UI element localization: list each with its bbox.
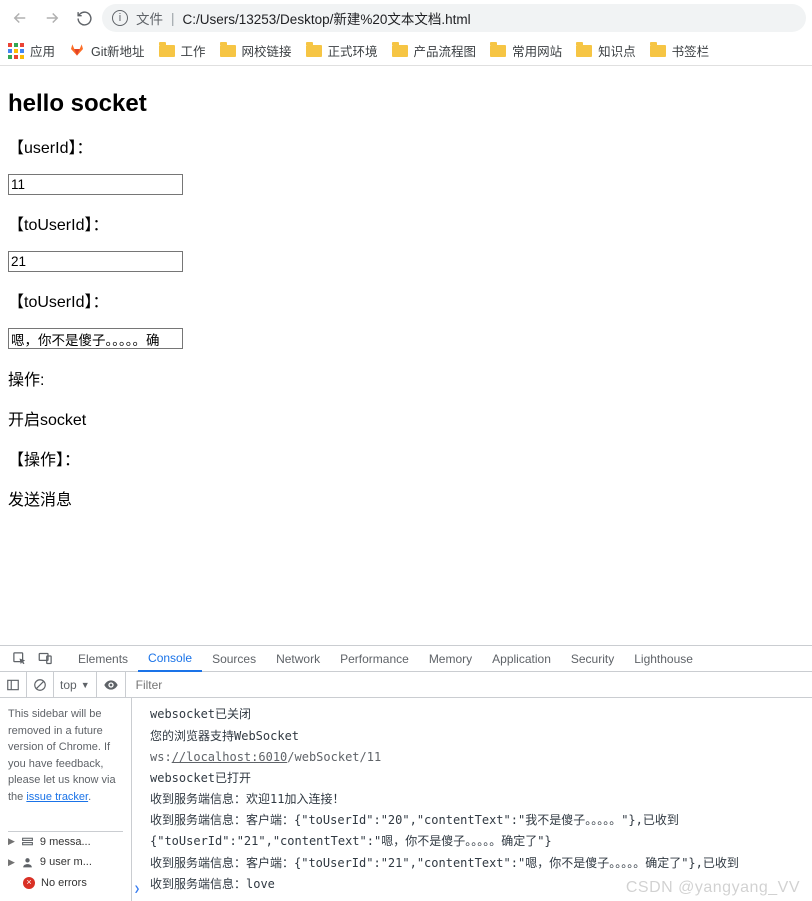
send-message-link[interactable]: 发送消息 [8,492,72,509]
forward-button[interactable] [38,4,66,32]
label-touserid: 【toUserId】： [8,211,804,235]
bookmark-label: Git新地址 [91,41,144,60]
devtools-tab-application[interactable]: Application [482,646,561,672]
error-icon: × [23,877,35,889]
inspect-icon[interactable] [6,651,32,666]
bookmark-item[interactable]: 书签栏 [650,41,710,60]
devtools: ElementsConsoleSourcesNetworkPerformance… [0,645,812,901]
label-content: 【toUserId】： [8,288,804,312]
bookmark-label: 工作 [181,41,206,60]
bookmark-item[interactable]: 产品流程图 [392,41,477,60]
devtools-tab-console[interactable]: Console [138,646,202,672]
folder-icon [392,45,408,57]
folder-icon [220,45,236,57]
url-path: C:/Users/13253/Desktop/新建%20文本文档.html [183,8,471,28]
apps-icon [8,43,24,59]
bookmark-item[interactable]: 正式环境 [306,41,378,60]
bookmarks-bar: 应用 Git新地址 工作 网校链接 正式环境 产品流程图 常用网站 知识点 书签栏 [0,36,812,66]
folder-icon [306,45,322,57]
apps-label: 应用 [30,41,55,60]
devtools-tab-security[interactable]: Security [561,646,624,672]
userid-input[interactable] [8,174,183,195]
user-icon [21,856,34,869]
content-input[interactable] [8,328,183,349]
status-messages[interactable]: ▶ 9 messa... [8,832,123,853]
devtools-tab-performance[interactable]: Performance [330,646,419,672]
label-operation: 操作: [8,366,804,390]
bookmark-item[interactable]: 知识点 [576,41,636,60]
bookmark-item[interactable]: 工作 [159,41,206,60]
issue-tracker-link[interactable]: issue tracker [26,791,88,803]
console-line: 收到服务端信息：欢迎11加入连接！ [132,789,812,810]
folder-icon [650,45,666,57]
console-sidebar: This sidebar will be removed in a future… [0,698,132,901]
devtools-tab-lighthouse[interactable]: Lighthouse [624,646,703,672]
sidebar-text: This sidebar will be removed in a future… [8,708,116,803]
devtools-tab-network[interactable]: Network [266,646,330,672]
folder-icon [159,45,175,57]
touserid-input[interactable] [8,251,183,272]
bookmark-item[interactable]: 常用网站 [490,41,562,60]
sidebar-toggle[interactable] [0,672,27,697]
devtools-tab-memory[interactable]: Memory [419,646,482,672]
address-bar[interactable]: i 文件 | C:/Users/13253/Desktop/新建%20文本文档.… [102,4,806,32]
info-icon[interactable]: i [112,10,128,26]
console-line: websocket已关闭 [132,704,812,725]
status-user-messages[interactable]: ▶ 9 user m... [8,852,123,873]
console-line: ws://localhost:6010/webSocket/11 [132,747,812,768]
devtools-tab-elements[interactable]: Elements [68,646,138,672]
browser-toolbar: i 文件 | C:/Users/13253/Desktop/新建%20文本文档.… [0,0,812,36]
bookmark-item[interactable]: 网校链接 [220,41,292,60]
folder-icon [490,45,506,57]
console-line: websocket已打开 [132,768,812,789]
message-icon [21,835,34,848]
bookmark-label: 常用网站 [512,41,562,60]
label-operation2: 【操作】： [8,446,804,470]
gitlab-icon [69,41,85,60]
bookmark-label: 产品流程图 [414,41,477,60]
console-log[interactable]: websocket已关闭您的浏览器支持WebSocketws://localho… [132,698,812,901]
back-button[interactable] [6,4,34,32]
device-icon[interactable] [32,651,58,666]
console-line: 收到服务端信息：客户端：{"toUserId":"21","contentTex… [132,853,812,874]
status-errors[interactable]: ×No errors [8,873,123,894]
devtools-tabs: ElementsConsoleSourcesNetworkPerformance… [0,646,812,672]
folder-icon [576,45,592,57]
devtools-tab-sources[interactable]: Sources [202,646,266,672]
url-scheme: 文件 [136,8,163,28]
page-content: hello socket 【userId】： 【toUserId】： 【toUs… [0,66,812,645]
apps-button[interactable]: 应用 [8,41,55,60]
console-toolbar: top ▼ [0,672,812,698]
console-line: 您的浏览器支持WebSocket [132,726,812,747]
live-expression-button[interactable] [97,672,126,697]
bookmark-label: 网校链接 [242,41,292,60]
bookmark-label: 正式环境 [328,41,378,60]
open-socket-link[interactable]: 开启socket [8,412,86,429]
console-line: {"toUserId":"21","contentText":"嗯，你不是傻子。… [132,831,812,852]
bookmark-item[interactable]: Git新地址 [69,41,144,60]
console-line: 收到服务端信息：客户端：{"toUserId":"20","contentTex… [132,810,812,831]
filter-input[interactable] [132,675,372,695]
prompt-caret: ❯ [134,884,140,895]
reload-button[interactable] [70,4,98,32]
bookmark-label: 知识点 [598,41,636,60]
context-selector[interactable]: top ▼ [54,672,97,697]
clear-console-button[interactable] [27,672,54,697]
console-line: 收到服务端信息：love [132,874,812,895]
bookmark-label: 书签栏 [672,41,710,60]
label-userid: 【userId】： [8,134,804,158]
page-title: hello socket [8,90,804,118]
